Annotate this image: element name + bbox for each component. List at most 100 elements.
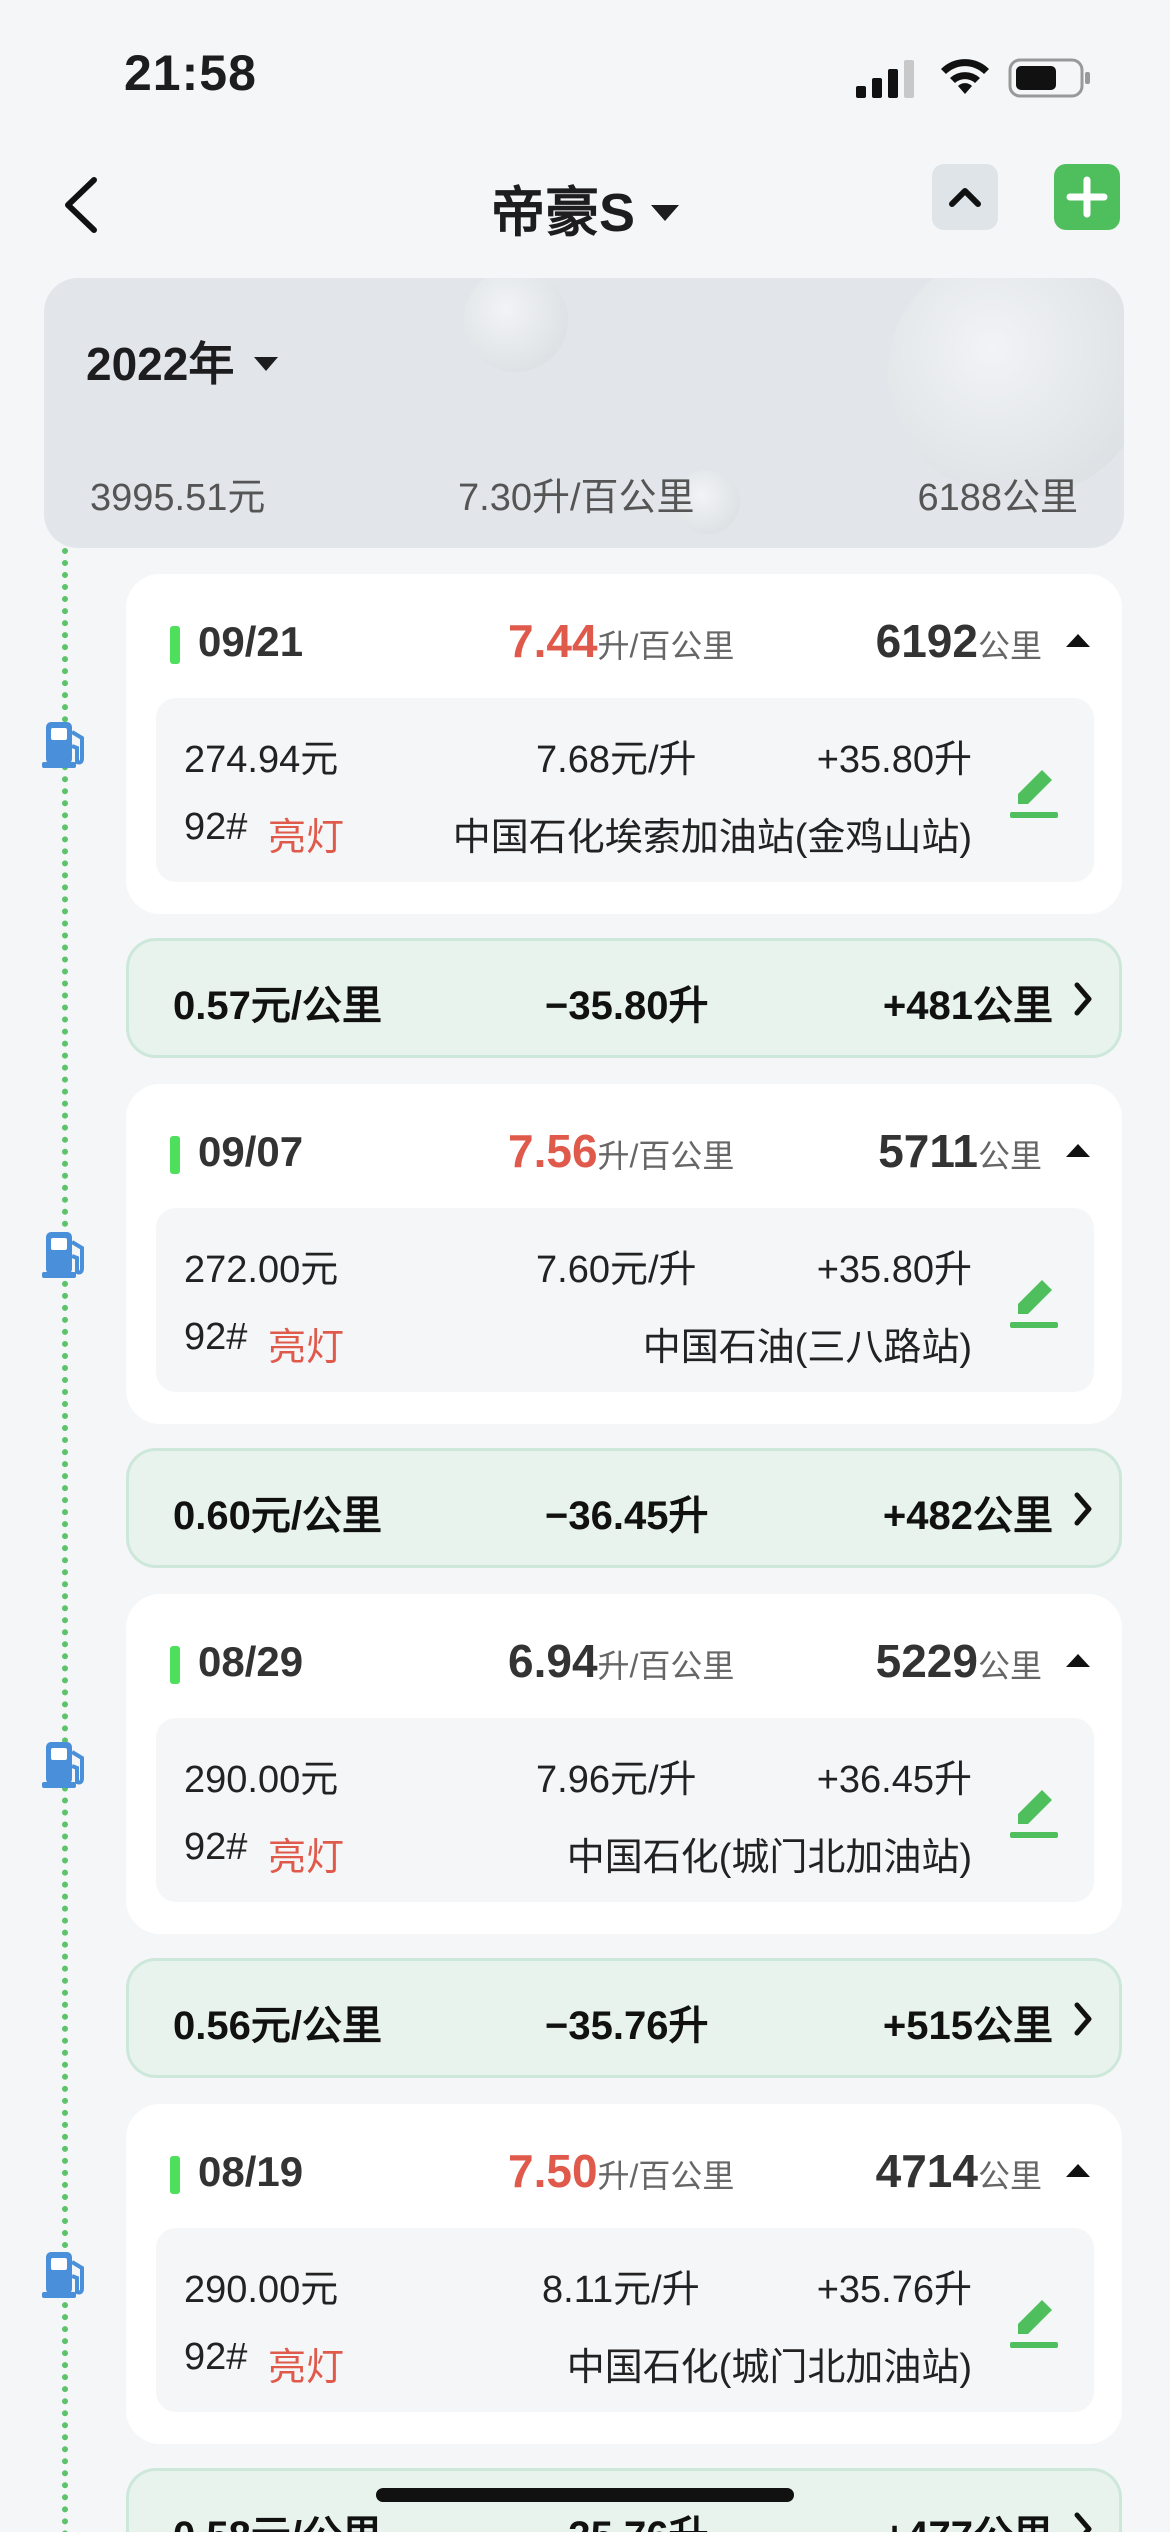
interval-cost-per-km: 0.60元/公里 — [173, 1494, 382, 1538]
refuel-record-card[interactable]: 08/29 6.94升/百公里 5229公里 290.00元 7.96元/升 +… — [126, 1594, 1122, 1934]
record-amount: 274.94元 — [184, 739, 339, 781]
nav-bar: 帝豪S — [0, 150, 1170, 260]
record-volume: +35.76升 — [816, 2269, 972, 2311]
record-station: 中国石油(三八路站) — [642, 1327, 972, 1369]
record-price: 7.96元/升 — [536, 1759, 697, 1801]
interval-distance: +515公里 — [882, 2004, 1053, 2048]
collapse-caret-icon[interactable] — [1066, 1654, 1090, 1667]
fuel-pump-icon — [42, 722, 84, 768]
refuel-record-card[interactable]: 09/21 7.44升/百公里 6192公里 274.94元 7.68元/升 +… — [126, 574, 1122, 914]
year-selector[interactable]: 2022年 — [86, 328, 279, 394]
record-volume: +35.80升 — [816, 1249, 972, 1291]
record-consumption: 6.94升/百公里 — [508, 1635, 735, 1687]
record-odometer: 5229公里 — [875, 1635, 1042, 1687]
status-bar: 21:58 — [0, 0, 1170, 150]
refuel-record-card[interactable]: 08/19 7.50升/百公里 4714公里 290.00元 8.11元/升 +… — [126, 2104, 1122, 2444]
interval-summary[interactable]: 0.56元/公里 −35.76升 +515公里 — [126, 1958, 1122, 2078]
chevron-right-icon — [1074, 2512, 1092, 2532]
dropdown-caret-icon — [254, 356, 279, 371]
record-light-status: 亮灯 — [268, 2347, 345, 2389]
record-odometer: 4714公里 — [875, 2145, 1042, 2197]
dropdown-caret-icon — [651, 204, 680, 221]
record-light-status: 亮灯 — [268, 1837, 345, 1879]
total-cost: 3995.51元 — [90, 477, 266, 519]
interval-distance: +482公里 — [882, 1494, 1053, 1538]
interval-distance: +477公里 — [883, 2503, 1053, 2532]
vehicle-name: 帝豪S — [490, 183, 636, 243]
status-time: 21:58 — [124, 45, 257, 101]
decor-bubble — [464, 278, 568, 372]
chevron-up-icon — [949, 188, 981, 207]
record-detail: 290.00元 8.11元/升 +35.76升 92# 亮灯 中国石化(城门北加… — [156, 2228, 1094, 2412]
year-summary-card: 2022年 3995.51元 7.30升/百公里 6188公里 — [44, 278, 1124, 548]
interval-cost-per-km: 0.57元/公里 — [173, 984, 382, 1028]
refuel-record-card[interactable]: 09/07 7.56升/百公里 5711公里 272.00元 7.60元/升 +… — [126, 1084, 1122, 1424]
record-consumption: 7.44升/百公里 — [508, 615, 735, 667]
record-odometer: 5711公里 — [878, 1125, 1042, 1177]
record-volume: +35.80升 — [816, 739, 972, 781]
avg-consumption: 7.30升/百公里 — [458, 477, 695, 519]
interval-fuel-used: −36.45升 — [545, 1494, 709, 1538]
total-distance: 6188公里 — [917, 477, 1078, 519]
record-detail: 272.00元 7.60元/升 +35.80升 92# 亮灯 中国石油(三八路站… — [156, 1208, 1094, 1392]
record-consumption: 7.56升/百公里 — [508, 1125, 735, 1177]
home-indicator[interactable] — [376, 2488, 794, 2502]
record-station: 中国石化(城门北加油站) — [566, 1837, 972, 1879]
collapse-all-button[interactable] — [932, 164, 998, 230]
record-fuel-grade: 92# — [184, 1316, 248, 1358]
record-detail: 274.94元 7.68元/升 +35.80升 92# 亮灯 中国石化埃索加油站… — [156, 698, 1094, 882]
record-odometer: 6192公里 — [875, 615, 1042, 667]
decor-bubble — [888, 278, 1124, 498]
cellular-signal-icon — [856, 60, 914, 98]
collapse-caret-icon[interactable] — [1066, 2164, 1090, 2177]
interval-fuel-used: −35.76升 — [545, 2004, 709, 2048]
record-light-status: 亮灯 — [268, 817, 345, 859]
year-label: 2022年 — [86, 338, 235, 390]
record-amount: 272.00元 — [184, 1249, 339, 1291]
record-date: 09/21 — [198, 618, 304, 665]
record-station: 中国石化(城门北加油站) — [566, 2347, 972, 2389]
record-price: 8.11元/升 — [542, 2269, 700, 2311]
record-detail: 290.00元 7.96元/升 +36.45升 92# 亮灯 中国石化(城门北加… — [156, 1718, 1094, 1902]
chevron-right-icon — [1074, 982, 1092, 1016]
record-volume: +36.45升 — [816, 1759, 972, 1801]
edit-pencil-icon[interactable] — [1004, 760, 1064, 822]
record-marker — [170, 1136, 180, 1174]
record-fuel-grade: 92# — [184, 1826, 248, 1868]
record-consumption: 7.50升/百公里 — [508, 2145, 735, 2197]
add-record-button[interactable] — [1054, 164, 1120, 230]
collapse-caret-icon[interactable] — [1066, 634, 1090, 647]
chevron-right-icon — [1074, 2002, 1092, 2036]
record-marker — [170, 2156, 180, 2194]
record-amount: 290.00元 — [184, 2269, 339, 2311]
timeline-line — [62, 548, 68, 2532]
record-price: 7.60元/升 — [536, 1249, 697, 1291]
record-date: 08/19 — [198, 2148, 304, 2195]
record-amount: 290.00元 — [184, 1759, 339, 1801]
fuel-pump-icon — [42, 2252, 84, 2298]
chevron-right-icon — [1074, 1492, 1092, 1526]
interval-cost-per-km: 0.58元/公里 — [173, 2503, 382, 2532]
plus-icon — [1066, 176, 1108, 218]
record-fuel-grade: 92# — [184, 806, 248, 848]
record-marker — [170, 626, 180, 664]
collapse-caret-icon[interactable] — [1066, 1144, 1090, 1157]
interval-summary[interactable]: 0.60元/公里 −36.45升 +482公里 — [126, 1448, 1122, 1568]
record-light-status: 亮灯 — [268, 1327, 345, 1369]
record-date: 08/29 — [198, 1638, 304, 1685]
battery-icon — [1008, 58, 1090, 98]
wifi-icon — [941, 59, 989, 94]
fuel-pump-icon — [42, 1742, 84, 1788]
interval-cost-per-km: 0.56元/公里 — [173, 2004, 382, 2048]
record-marker — [170, 1646, 180, 1684]
interval-fuel-used: −35.80升 — [545, 984, 709, 1028]
record-date: 09/07 — [198, 1128, 304, 1175]
fuel-pump-icon — [42, 1232, 84, 1278]
edit-pencil-icon[interactable] — [1004, 2290, 1064, 2352]
edit-pencil-icon[interactable] — [1004, 1780, 1064, 1842]
record-station: 中国石化埃索加油站(金鸡山站) — [452, 817, 972, 859]
record-fuel-grade: 92# — [184, 2336, 248, 2378]
record-price: 7.68元/升 — [536, 739, 697, 781]
edit-pencil-icon[interactable] — [1004, 1270, 1064, 1332]
interval-summary[interactable]: 0.57元/公里 −35.80升 +481公里 — [126, 938, 1122, 1058]
